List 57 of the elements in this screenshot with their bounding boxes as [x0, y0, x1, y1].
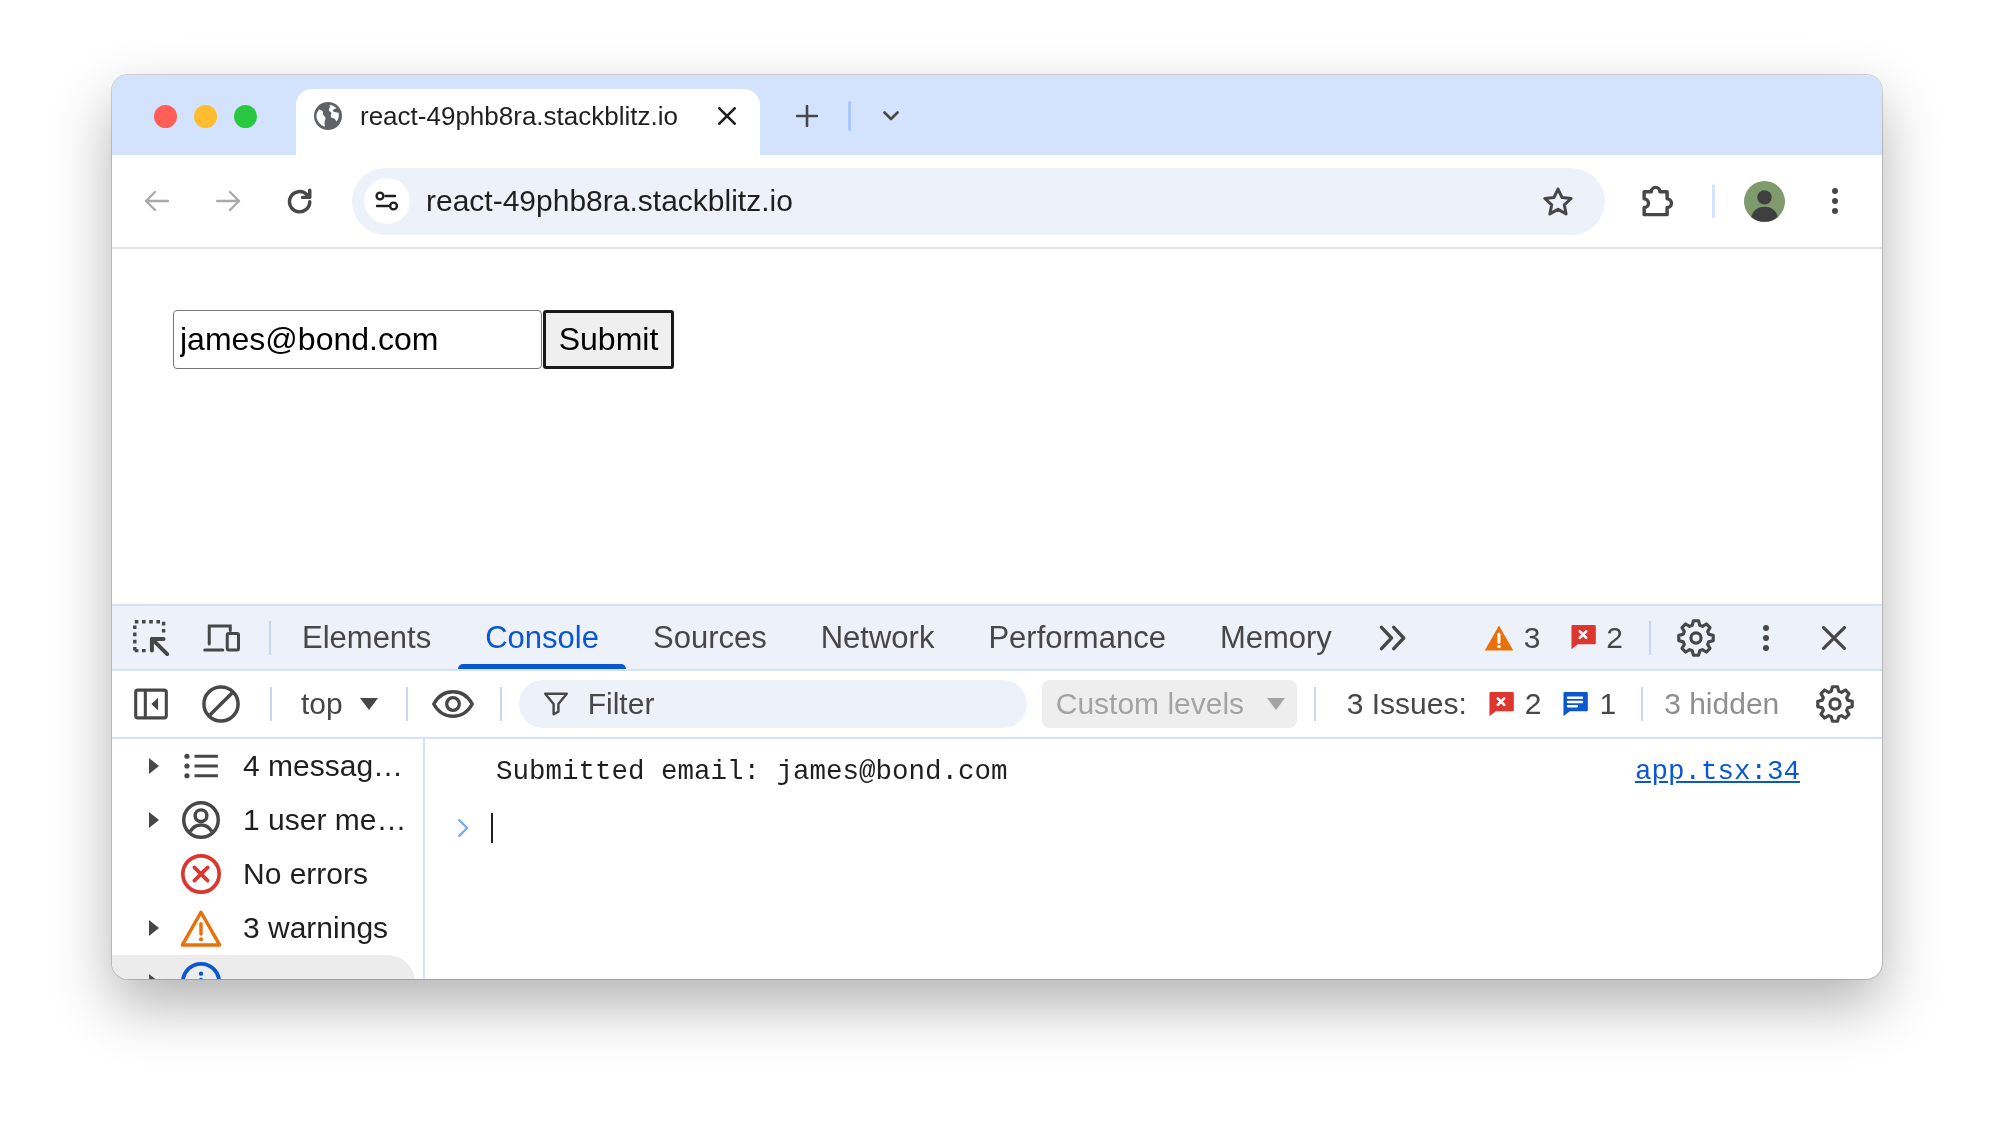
caret-icon	[1266, 698, 1285, 710]
caret-right-icon[interactable]	[149, 920, 159, 936]
devices-icon[interactable]	[203, 622, 241, 653]
circle-slash-icon[interactable]	[202, 685, 240, 723]
reload-icon[interactable]	[287, 188, 313, 214]
warning-icon	[1483, 624, 1514, 651]
kebab-menu-icon[interactable]	[1763, 624, 1769, 651]
double-chevron-icon[interactable]	[1378, 624, 1407, 651]
sidebar-item[interactable]: 4 messag…	[112, 739, 415, 793]
caret-right-icon[interactable]	[149, 812, 159, 828]
sidebar-item[interactable]: 3 warnings	[112, 901, 415, 955]
settings-icon[interactable]	[1816, 685, 1854, 723]
issues-button[interactable]: 3 Issues: 2 1	[1346, 687, 1617, 721]
sidebar-panel-icon[interactable]	[134, 688, 168, 720]
settings-icon[interactable]	[1677, 618, 1715, 657]
eye-icon[interactable]	[430, 690, 475, 718]
caret-icon	[359, 698, 378, 710]
devtools-tab[interactable]: Network	[793, 606, 962, 669]
email-field[interactable]: james@bond.com	[173, 310, 542, 369]
info-icon	[1562, 691, 1589, 717]
error-icon	[1570, 625, 1597, 650]
devtools-tab[interactable]: Elements	[275, 606, 459, 669]
warning-icon	[180, 909, 222, 947]
console-message: Submitted email: james@bond.com	[496, 755, 1008, 787]
sliders-icon[interactable]	[364, 178, 410, 224]
sidebar-item[interactable]: No errors	[112, 847, 415, 901]
error-icon	[1487, 691, 1514, 717]
avatar-icon[interactable]	[1744, 180, 1785, 222]
prompt-chevron-icon	[458, 819, 469, 837]
devtools-tab[interactable]: Sources	[626, 606, 794, 669]
devtools-tab[interactable]: Performance	[961, 606, 1193, 669]
hidden-messages-count: 3 hidden	[1664, 687, 1780, 721]
browser-tab[interactable]: react-49phb8ra.stackblitz.io	[296, 89, 760, 155]
inspect-element-icon[interactable]	[133, 619, 169, 656]
warning-counter[interactable]: 3	[1483, 620, 1541, 655]
kebab-menu-icon[interactable]	[1832, 188, 1838, 214]
error-icon	[181, 854, 221, 894]
error-counter[interactable]: 2	[1570, 620, 1623, 655]
filter-field[interactable]: Filter	[518, 680, 1027, 728]
close-icon[interactable]	[718, 107, 736, 125]
address-bar[interactable]: react-49phb8ra.stackblitz.io	[352, 167, 1605, 235]
sidebar-item[interactable]: 1 user me…	[112, 793, 415, 847]
devtools-tab[interactable]: Console	[458, 606, 626, 669]
user-icon	[182, 801, 220, 839]
puzzle-icon[interactable]	[1642, 185, 1675, 217]
devtools-tab[interactable]: Memory	[1192, 606, 1359, 669]
source-link[interactable]: app.tsx:34	[1634, 755, 1800, 787]
caret-right-icon[interactable]	[149, 758, 159, 774]
list-icon	[184, 753, 218, 779]
globe-icon	[314, 102, 342, 130]
chevron-down-icon[interactable]	[883, 111, 899, 121]
close-icon[interactable]	[1822, 625, 1846, 650]
plus-icon[interactable]	[796, 105, 818, 127]
star-icon[interactable]	[1543, 186, 1573, 216]
context-dropdown[interactable]: top	[301, 687, 378, 721]
submit-button[interactable]: Submit	[543, 310, 674, 369]
filter-icon	[543, 692, 568, 716]
